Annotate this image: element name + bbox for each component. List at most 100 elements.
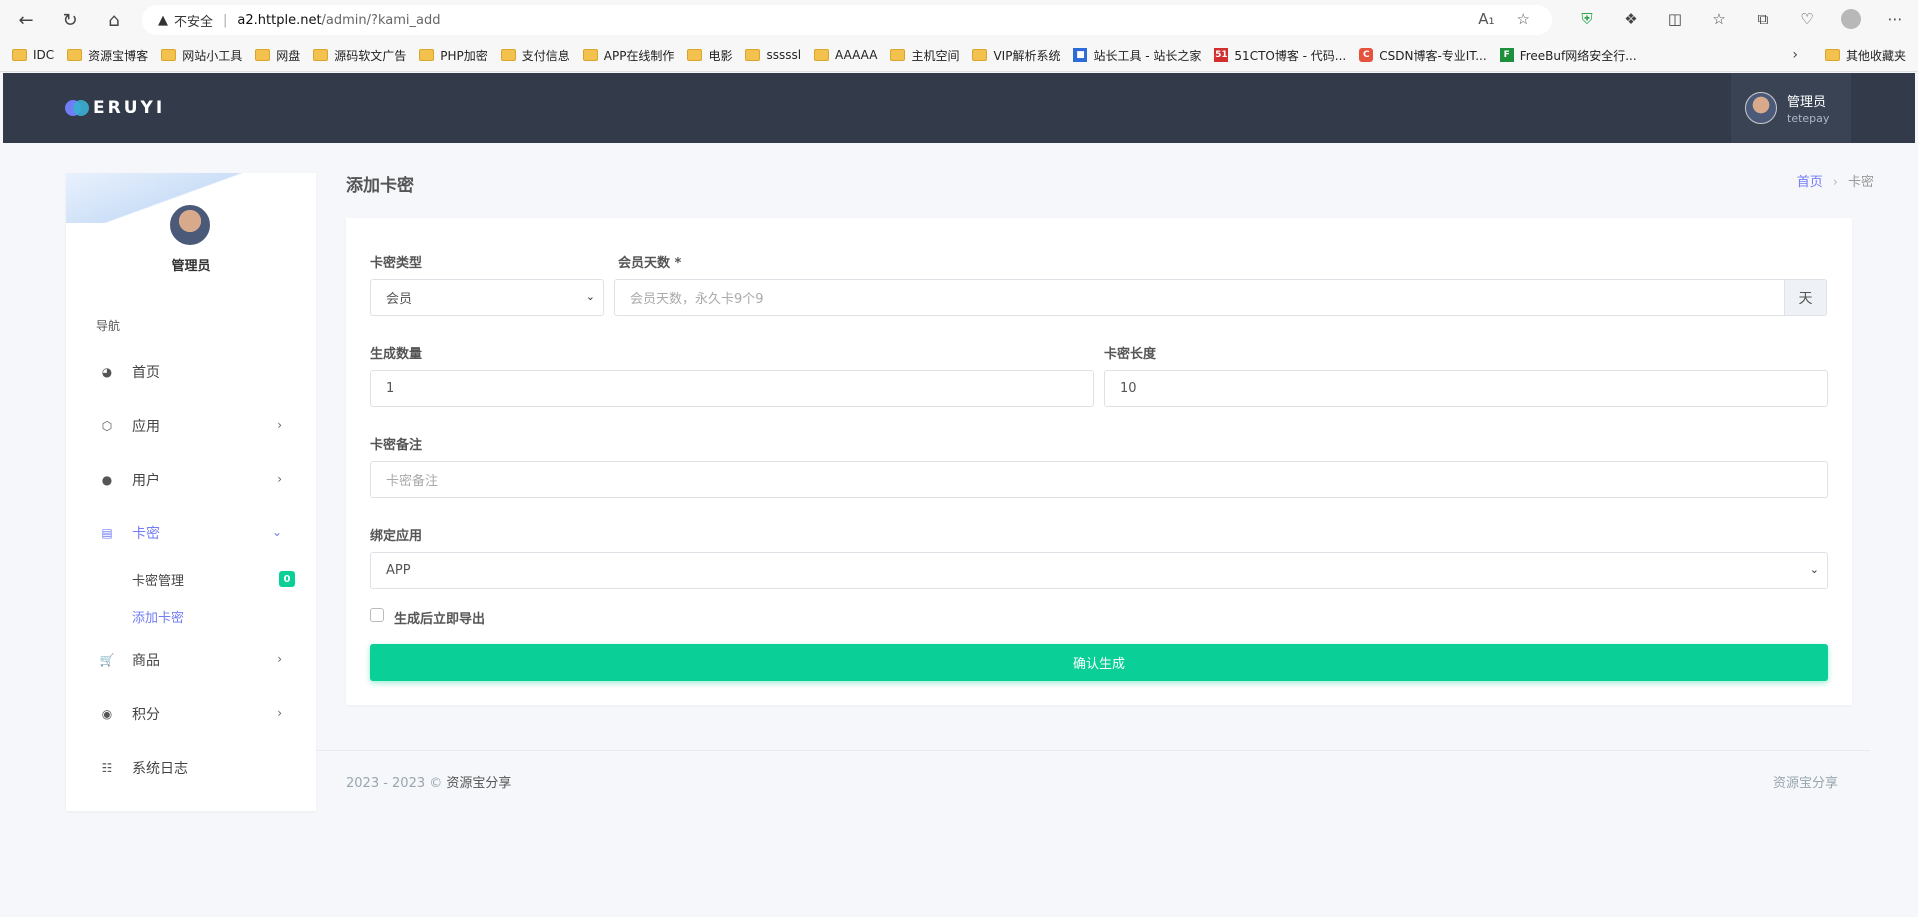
bookmark-item[interactable]: C CSDN博客-专业IT...: [1359, 47, 1487, 64]
more-menu-icon[interactable]: ⋯: [1884, 8, 1906, 30]
chevron-down-icon: ⌄: [585, 290, 595, 303]
bookmark-item[interactable]: 电影: [687, 47, 732, 64]
sidebar-item-apps[interactable]: ⬡ 应用 ›: [66, 406, 316, 446]
user-name: 管理员: [1787, 95, 1827, 110]
coin-icon: ◉: [101, 707, 113, 721]
bookmark-item[interactable]: 源码软文广告: [313, 47, 406, 64]
collections-icon[interactable]: ⧉: [1752, 8, 1774, 30]
bookmark-item[interactable]: PHP加密: [419, 47, 488, 64]
site-favicon: C: [1359, 48, 1374, 62]
user-subtitle: tetepay: [1787, 112, 1830, 125]
note-input[interactable]: 卡密备注: [370, 461, 1828, 498]
sidebar-item-cards[interactable]: ▤ 卡密 ⌄: [66, 513, 316, 553]
sidebar-item-logs[interactable]: ☷ 系统日志: [66, 748, 316, 788]
bind-app-value: APP: [386, 563, 411, 578]
logo-mark: [65, 100, 89, 116]
profile-avatar-icon[interactable]: [1840, 8, 1862, 30]
read-aloud-icon[interactable]: A₁: [1478, 10, 1494, 28]
sidebar-item-users[interactable]: ● 用户 ›: [66, 460, 316, 500]
site-favicon: 51: [1214, 48, 1229, 62]
bookmark-item[interactable]: VIP解析系统: [972, 47, 1060, 64]
health-icon[interactable]: ♡: [1796, 8, 1818, 30]
site-favicon: ■: [1073, 48, 1088, 62]
chevron-right-icon[interactable]: ›: [1792, 42, 1798, 68]
confirm-generate-button[interactable]: 确认生成: [370, 644, 1828, 681]
warning-icon: ▲: [158, 12, 168, 28]
card-type-select[interactable]: 会员 ⌄: [370, 279, 604, 316]
page-title: 添加卡密: [346, 176, 414, 196]
app-logo[interactable]: ERUYI: [65, 98, 165, 118]
credit-card-icon: ▤: [101, 526, 113, 540]
quantity-input[interactable]: 1: [370, 370, 1094, 407]
split-screen-icon[interactable]: ◫: [1664, 8, 1686, 30]
nav-section-title: 导航: [96, 319, 121, 333]
back-icon[interactable]: ←: [14, 8, 38, 32]
log-icon: ☷: [101, 761, 113, 775]
home-icon[interactable]: ⌂: [102, 8, 126, 32]
folder-icon: [1824, 49, 1840, 61]
bookmark-item[interactable]: F FreeBuf网络安全行...: [1499, 47, 1637, 64]
folder-icon: [67, 49, 83, 61]
user-menu[interactable]: 管理员 tetepay: [1731, 73, 1851, 143]
browser-chrome: ← ↻ ⌂ ▲ 不安全 | a2.httple.net/admin/?kami_…: [0, 0, 1918, 72]
bind-app-select[interactable]: APP ⌄: [370, 552, 1828, 589]
url-path: /admin/?kami_add: [321, 12, 441, 28]
export-checkbox-label[interactable]: 生成后立即导出: [394, 608, 485, 627]
bookmark-item[interactable]: ■ 站长工具 - 站长之家: [1073, 47, 1201, 64]
cart-icon: 🛒: [99, 653, 115, 667]
sidebar-subitem-add-card[interactable]: 添加卡密: [132, 607, 184, 626]
footer-divider: [316, 750, 1870, 751]
logo-text: ERUYI: [93, 98, 166, 118]
quantity-label: 生成数量: [370, 347, 423, 362]
form-card: 卡密类型 会员 ⌄ 会员天数 * 会员天数，永久卡9个9 天 生成数量 1 卡密…: [346, 218, 1852, 705]
card-type-label: 卡密类型: [370, 256, 423, 271]
sidebar-item-products[interactable]: 🛒 商品 ›: [66, 640, 316, 680]
bookmark-item[interactable]: 资源宝博客: [67, 47, 148, 64]
bookmark-item[interactable]: APP在线制作: [582, 47, 674, 64]
chevron-right-icon: ›: [277, 652, 282, 666]
folder-icon: [972, 49, 988, 61]
chevron-right-icon: ›: [277, 472, 282, 486]
folder-icon: [255, 49, 271, 61]
bookmark-item[interactable]: IDC: [12, 48, 54, 62]
bookmark-item[interactable]: 网盘: [255, 47, 300, 64]
breadcrumb-current: 卡密: [1847, 175, 1874, 190]
bookmark-item[interactable]: 网站小工具: [161, 47, 242, 64]
sidebar-subitem-card-manage[interactable]: 卡密管理: [132, 570, 184, 589]
folder-icon: [687, 49, 703, 61]
sidebar-item-home[interactable]: ◕ 首页: [66, 352, 316, 392]
extensions-icon[interactable]: ❖: [1620, 8, 1642, 30]
bookmarks-bar: IDC 资源宝博客 网站小工具 网盘 源码软文广告 PHP加密 支付信息 APP…: [0, 42, 1918, 68]
footer-right-text[interactable]: 资源宝分享: [1773, 772, 1838, 791]
bookmark-item[interactable]: 支付信息: [500, 47, 570, 64]
bookmark-item[interactable]: AAAAA: [814, 48, 877, 62]
sidebar-item-points[interactable]: ◉ 积分 ›: [66, 694, 316, 734]
other-bookmarks[interactable]: 其他收藏夹: [1824, 42, 1906, 68]
member-days-input[interactable]: 会员天数，永久卡9个9: [614, 279, 1785, 316]
sidebar-item-label: 系统日志: [132, 761, 188, 777]
bookmark-item[interactable]: 51 51CTO博客 - 代码...: [1214, 47, 1346, 64]
folder-icon: [313, 49, 329, 61]
footer-copyright: 2023 - 2023 © 资源宝分享: [346, 772, 511, 791]
folder-icon: [419, 49, 435, 61]
footer-brand-link[interactable]: 资源宝分享: [446, 776, 511, 791]
shield-extension-icon[interactable]: ⛨: [1576, 8, 1598, 30]
folder-icon: [745, 49, 761, 61]
folder-icon: [500, 49, 516, 61]
site-favicon: F: [1499, 48, 1514, 62]
avatar: [168, 203, 212, 247]
card-length-input[interactable]: 10: [1104, 370, 1828, 407]
breadcrumb-separator: ›: [1832, 175, 1838, 190]
breadcrumb-home[interactable]: 首页: [1797, 175, 1823, 190]
sidebar-item-label: 积分: [132, 707, 160, 723]
address-bar[interactable]: ▲ 不安全 | a2.httple.net/admin/?kami_add A₁…: [142, 5, 1552, 35]
favorite-star-icon[interactable]: ☆: [1517, 10, 1530, 28]
folder-icon: [12, 49, 27, 61]
bookmark-item[interactable]: sssssl: [745, 48, 801, 62]
export-checkbox[interactable]: [370, 608, 384, 622]
refresh-icon[interactable]: ↻: [58, 8, 82, 32]
chevron-right-icon: ›: [277, 706, 282, 720]
favorites-icon[interactable]: ☆: [1708, 8, 1730, 30]
bookmark-item[interactable]: 主机空间: [890, 47, 959, 64]
chevron-down-icon: ⌄: [1809, 563, 1819, 576]
